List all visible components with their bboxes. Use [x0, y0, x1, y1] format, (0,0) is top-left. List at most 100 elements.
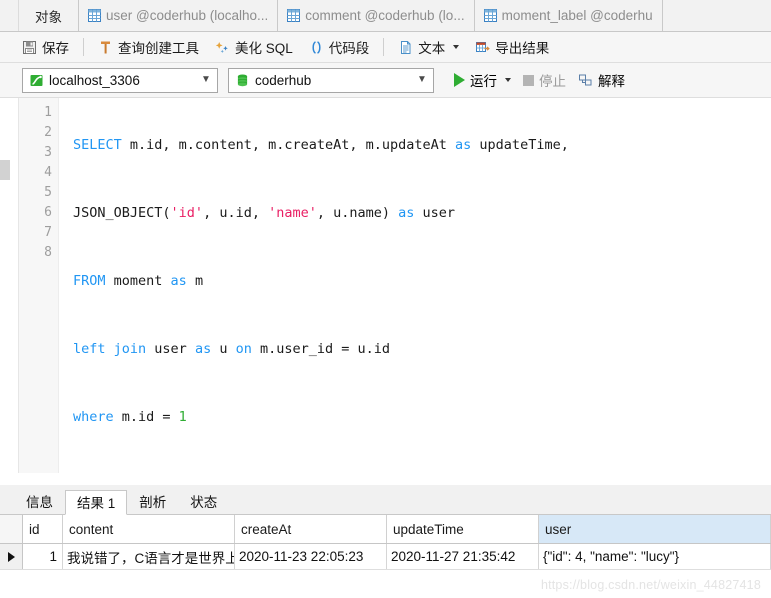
tab-info[interactable]: 信息 [14, 489, 65, 514]
cell-updatetime[interactable]: 2020-11-27 21:35:42 [387, 544, 539, 569]
stop-square-icon [523, 74, 534, 86]
toolbar-separator [83, 38, 84, 56]
column-header-updatetime[interactable]: updateTime [387, 515, 539, 543]
export-result-button[interactable]: 导出结果 [467, 35, 557, 59]
line-number-gutter: 1 2 3 4 5 6 7 8 [19, 98, 59, 473]
text-mode-label: 文本 [418, 41, 446, 56]
tab-status[interactable]: 状态 [178, 489, 230, 514]
tab-status-label: 状态 [190, 495, 218, 510]
cell-id[interactable]: 1 [23, 544, 63, 569]
line-number: 6 [44, 205, 52, 220]
column-header-user[interactable]: user [539, 515, 771, 543]
chevron-down-icon[interactable] [505, 78, 511, 82]
sql-token-plain: u [211, 341, 236, 357]
tab-comment-table-label: comment @coderhub (lo... [305, 8, 465, 23]
run-button[interactable]: 运行 [448, 68, 517, 92]
run-button-label: 运行 [470, 74, 497, 89]
cell-content[interactable]: 我说错了，C语言才是世界上最好的语言 [63, 544, 235, 569]
play-icon [454, 73, 465, 87]
tab-object-label: 对象 [35, 9, 62, 25]
sql-token-plain: , u.id, [203, 205, 269, 221]
sql-editor[interactable]: 1 2 3 4 5 6 7 8 SELECT m.id, m.content, … [18, 98, 771, 473]
sql-token-keyword: left join [73, 341, 147, 357]
cell-user[interactable]: {"id": 4, "name": "lucy"} [539, 544, 771, 569]
document-text-icon [398, 40, 413, 55]
column-header-content[interactable]: content [63, 515, 235, 543]
connection-bar: localhost_3306 ▼ coderhub ▼ 运行 停止 解释 [0, 63, 771, 98]
table-grid-icon [483, 9, 497, 22]
column-header-id[interactable]: id [23, 515, 63, 543]
parentheses-icon [309, 40, 324, 55]
connection-icon [29, 73, 44, 88]
code-line-5: where m.id = 1 [73, 407, 771, 427]
chevron-down-icon[interactable] [453, 45, 460, 49]
sql-token-keyword: as [455, 137, 472, 153]
watermark-text: https://blog.csdn.net/weixin_44827418 [540, 578, 761, 592]
sql-token-plain: m.id, m.content, m.createAt, m.updateAt [121, 137, 456, 153]
result-grid-header: id content createAt updateTime user [0, 515, 771, 544]
tab-profile[interactable]: 剖析 [127, 489, 179, 514]
editor-toolbar: 保存 查询创建工具 美化 SQL 代码段 文本 导出结果 [0, 32, 771, 63]
sparkle-wand-icon [215, 40, 230, 55]
sql-token-plain: user [146, 341, 195, 357]
cell-createat[interactable]: 2020-11-23 22:05:23 [235, 544, 387, 569]
beautify-sql-button[interactable]: 美化 SQL [207, 35, 301, 59]
sql-token-keyword: as [194, 341, 212, 357]
snippet-button[interactable]: 代码段 [301, 35, 378, 59]
tab-result-1[interactable]: 结果 1 [65, 490, 128, 515]
tab-moment-label-table-label: moment_label @coderhu [501, 8, 653, 23]
sql-token-keyword: on [235, 341, 252, 357]
result-grid: id content createAt updateTime user 1 我说… [0, 515, 771, 570]
export-result-label: 导出结果 [495, 41, 550, 56]
tab-bar-left-strip [0, 0, 19, 31]
line-number: 2 [44, 125, 52, 140]
database-icon [235, 73, 250, 88]
sql-token-plain: m.id = [113, 409, 179, 425]
query-builder-label: 查询创建工具 [118, 41, 199, 56]
code-line-4: left join user as u on m.user_id = u.id [73, 339, 771, 359]
column-header-createat[interactable]: createAt [235, 515, 387, 543]
save-button[interactable]: 保存 [14, 35, 77, 59]
sql-token-plain: m.user_id = u.id [251, 341, 391, 357]
results-tab-strip: 信息 结果 1 剖析 状态 [0, 485, 771, 515]
sql-token-string: 'id' [170, 205, 204, 221]
explain-button[interactable]: 解释 [572, 68, 631, 92]
beautify-sql-label: 美化 SQL [235, 41, 293, 56]
left-rail [0, 98, 10, 473]
database-select[interactable]: coderhub ▼ [228, 67, 434, 93]
line-number: 3 [44, 145, 52, 160]
row-indicator[interactable] [0, 544, 23, 569]
tab-info-label: 信息 [26, 495, 53, 510]
sql-editor-area: 1 2 3 4 5 6 7 8 SELECT m.id, m.content, … [0, 98, 771, 473]
tab-result-1-label: 结果 1 [77, 496, 116, 511]
line-number: 1 [44, 105, 52, 120]
text-mode-button[interactable]: 文本 [390, 35, 467, 59]
sql-token-number: 1 [178, 409, 187, 425]
connection-select[interactable]: localhost_3306 ▼ [22, 67, 218, 93]
sql-token-keyword: SELECT [73, 137, 122, 153]
query-builder-button[interactable]: 查询创建工具 [90, 35, 207, 59]
panel-collapse-handle[interactable] [0, 160, 10, 180]
sql-token-function: JSON_OBJECT( [73, 205, 171, 221]
chevron-down-icon[interactable]: ▼ [411, 75, 433, 85]
sql-token-plain: updateTime, [471, 137, 569, 153]
tab-object[interactable]: 对象 [19, 0, 79, 31]
sql-token-keyword: as [170, 273, 187, 289]
line-number: 5 [44, 185, 52, 200]
sql-token-plain: moment [105, 273, 171, 289]
grid-corner-cell[interactable] [0, 515, 23, 543]
tab-profile-label: 剖析 [139, 495, 167, 510]
table-grid-icon [88, 9, 101, 22]
chevron-down-icon[interactable]: ▼ [195, 75, 217, 85]
line-number: 8 [44, 245, 52, 260]
tab-user-table[interactable]: user @coderhub (localho... [79, 0, 279, 31]
toolbar-separator [383, 38, 385, 56]
table-row[interactable]: 1 我说错了，C语言才是世界上最好的语言 2020-11-23 22:05:23… [0, 544, 771, 570]
code-line-3: FROM moment as m [73, 271, 771, 291]
tab-comment-table[interactable]: comment @coderhub (lo... [278, 0, 475, 31]
stop-button: 停止 [517, 68, 572, 92]
tab-moment-label-table[interactable]: moment_label @coderhu [474, 0, 663, 31]
sql-code-content[interactable]: SELECT m.id, m.content, m.createAt, m.up… [59, 98, 771, 473]
line-number: 7 [44, 225, 52, 240]
sql-token-keyword: where [73, 409, 114, 425]
